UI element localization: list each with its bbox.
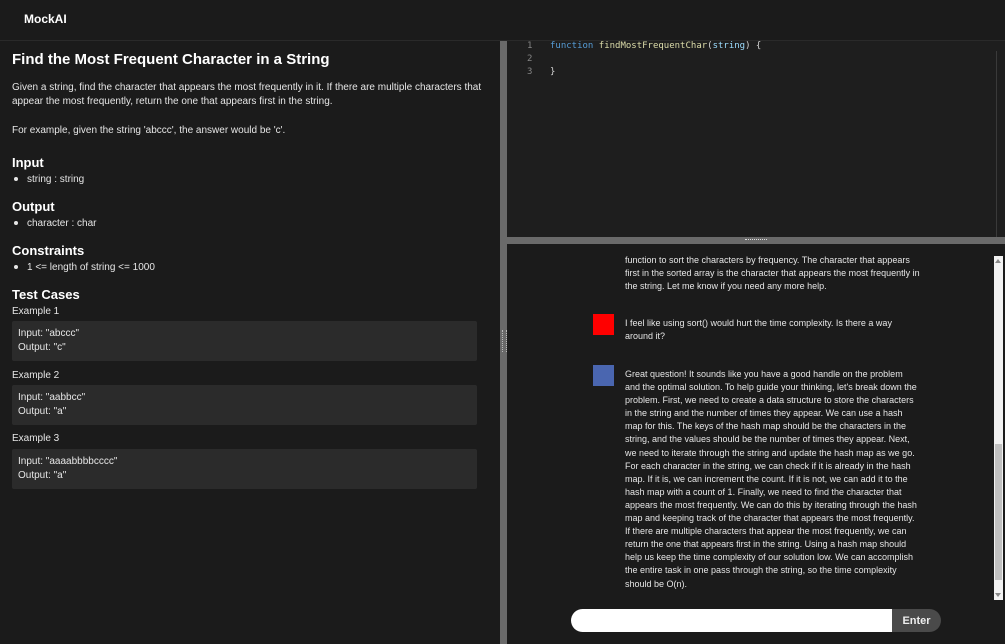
scroll-thumb[interactable] (995, 444, 1002, 580)
test-case-output: Output: "a" (18, 470, 67, 481)
code-text[interactable]: } (550, 67, 555, 77)
code-editor[interactable]: 1 function findMostFrequentChar(string) … (507, 41, 1005, 237)
code-close: ) { (745, 41, 762, 51)
bullet-icon (14, 265, 18, 270)
code-line[interactable]: 2 (507, 54, 997, 67)
test-case-box: Input: "aaaabbbbcccc" Output: "a" (12, 449, 477, 489)
chat-scrollbar[interactable] (994, 256, 1003, 600)
test-case-label: Example 1 (12, 306, 60, 317)
test-case-box: Input: "aabbcc" Output: "a" (12, 385, 477, 425)
user-avatar (593, 314, 614, 335)
test-case-label: Example 3 (12, 433, 60, 444)
enter-button[interactable]: Enter (892, 609, 941, 632)
test-case-input: Input: "aabbcc" (18, 392, 86, 403)
input-heading: Input (12, 155, 44, 170)
top-bar: MockAI (0, 0, 1005, 41)
line-number: 1 (527, 41, 533, 51)
problem-title: Find the Most Frequent Character in a St… (12, 51, 330, 68)
constraint-item: 1 <= length of string <= 1000 (14, 262, 155, 273)
test-cases-heading: Test Cases (12, 287, 80, 302)
test-case-output: Output: "c" (18, 342, 66, 353)
editor-ruler (996, 51, 997, 237)
ai-message: Great question! It sounds like you have … (625, 369, 917, 589)
problem-example: For example, given the string 'abccc', t… (12, 125, 286, 136)
grip-icon (745, 239, 767, 242)
code-function-name: findMostFrequentChar (598, 41, 708, 51)
chat-input[interactable] (571, 609, 892, 632)
code-keyword: function (550, 41, 594, 51)
line-number: 2 (527, 54, 533, 64)
code-line[interactable]: 1 function findMostFrequentChar(string) … (507, 41, 997, 54)
line-number: 3 (527, 67, 533, 77)
bullet-icon (14, 221, 18, 226)
input-item: string : string (14, 174, 84, 185)
scroll-down-icon[interactable] (995, 593, 1001, 597)
output-item: character : char (14, 218, 96, 229)
scroll-up-icon[interactable] (995, 259, 1001, 263)
bullet-icon (14, 177, 18, 182)
problem-panel: Find the Most Frequent Character in a St… (0, 41, 500, 644)
test-case-input: Input: "abccc" (18, 328, 80, 339)
output-heading: Output (12, 199, 55, 214)
test-case-input: Input: "aaaabbbbcccc" (18, 456, 118, 467)
test-case-box: Input: "abccc" Output: "c" (12, 321, 477, 361)
chat-panel: function to sort the characters by frequ… (507, 244, 1005, 644)
chat-input-bar: Enter (571, 609, 941, 632)
test-case-label: Example 2 (12, 370, 60, 381)
app-title: MockAI (24, 12, 67, 26)
code-line[interactable]: 3 } (507, 67, 997, 80)
code-param: string (712, 41, 746, 51)
ai-avatar (593, 365, 614, 386)
constraints-heading: Constraints (12, 243, 85, 258)
code-text[interactable]: function findMostFrequentChar(string) { (550, 41, 761, 51)
test-case-output: Output: "a" (18, 406, 67, 417)
ai-message: function to sort the characters by frequ… (625, 255, 920, 292)
problem-description: Given a string, find the character that … (12, 82, 482, 107)
user-message: I feel like using sort() would hurt the … (625, 318, 892, 342)
